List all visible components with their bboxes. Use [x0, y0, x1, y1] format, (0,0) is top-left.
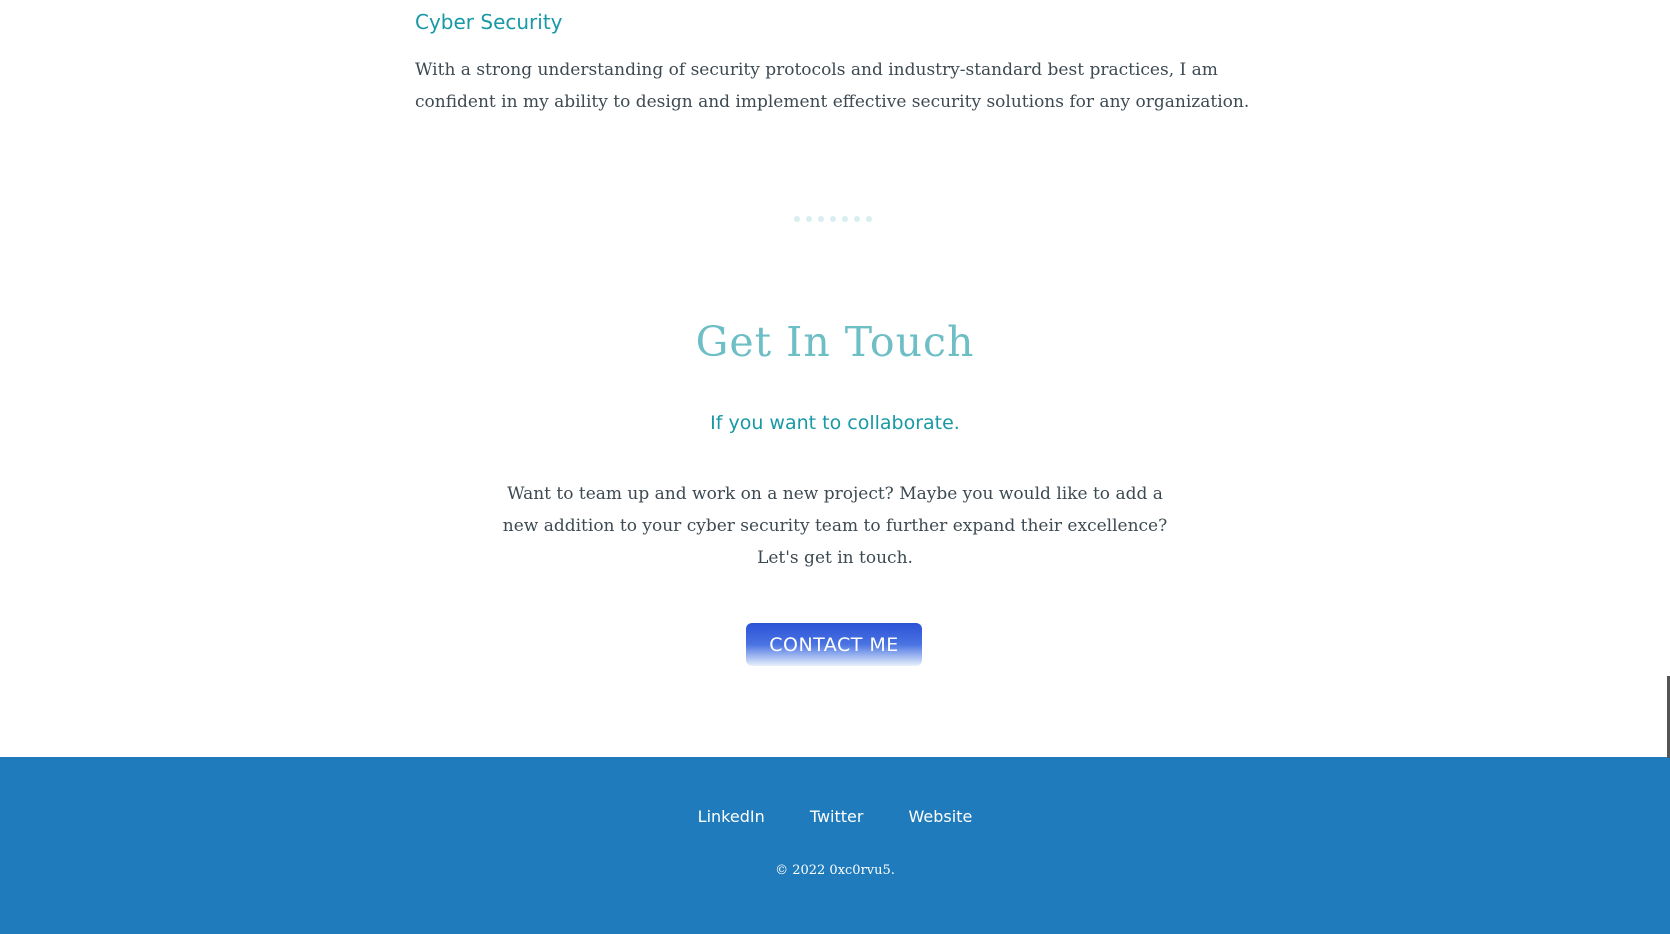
footer: LinkedIn Twitter Website © 2022 0xc0rvu5…	[0, 757, 1670, 934]
section-divider	[794, 216, 872, 222]
divider-dot	[854, 216, 860, 222]
skill-title: Cyber Security	[415, 10, 563, 34]
footer-links: LinkedIn Twitter Website	[0, 807, 1670, 826]
copyright: © 2022 0xc0rvu5.	[775, 863, 895, 878]
contact-subtitle: If you want to collaborate.	[710, 412, 960, 434]
divider-dot	[794, 216, 800, 222]
website-link[interactable]: Website	[909, 807, 973, 826]
divider-dot	[806, 216, 812, 222]
main-content: Cyber Security With a strong understandi…	[0, 0, 1670, 757]
contact-me-button[interactable]: CONTACT ME	[746, 623, 922, 666]
divider-dot	[842, 216, 848, 222]
twitter-link[interactable]: Twitter	[810, 807, 864, 826]
divider-dot	[830, 216, 836, 222]
skill-description: With a strong understanding of security …	[415, 60, 1250, 112]
contact-body: Want to team up and work on a new projec…	[502, 484, 1168, 568]
divider-dot	[818, 216, 824, 222]
contact-title: Get In Touch	[695, 318, 975, 366]
linkedin-link[interactable]: LinkedIn	[698, 807, 765, 826]
divider-dot	[866, 216, 872, 222]
